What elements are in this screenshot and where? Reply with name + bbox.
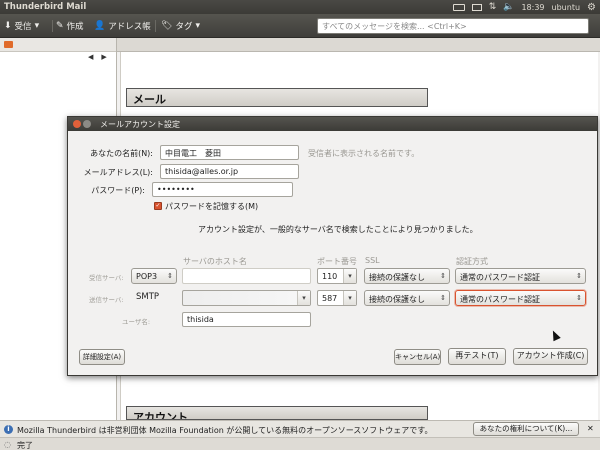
outgoing-ssl-select[interactable]: 接続の保護なし ⇕ xyxy=(364,290,450,306)
incoming-ssl-select[interactable]: 接続の保護なし ⇕ xyxy=(364,268,450,284)
username-field[interactable]: thisida xyxy=(182,312,311,327)
chevron-down-icon: ▾ xyxy=(195,21,200,31)
status-bar: ◌ 完了 xyxy=(0,437,600,450)
info-icon: i xyxy=(4,425,13,434)
updown-icon: ⇕ xyxy=(167,272,173,280)
remember-password-checkbox[interactable]: ✓ xyxy=(154,202,162,210)
address-book-label: アドレス帳 xyxy=(108,22,151,32)
system-tray: ⇅ 🔈 18:39 ubuntu ⚙ xyxy=(452,1,596,13)
outgoing-auth-value: 通常のパスワード認証 xyxy=(460,295,540,304)
incoming-auth-value: 通常のパスワード認証 xyxy=(460,273,540,282)
app-title: Thunderbird Mail xyxy=(4,2,87,12)
tag-button[interactable]: 🏷 タグ ▾ xyxy=(161,19,200,33)
password-field[interactable]: •••••••• xyxy=(152,182,293,197)
dialog-titlebar: メールアカウント設定 xyxy=(68,117,597,131)
notification-text: Mozilla Thunderbird は非営利団体 Mozilla Found… xyxy=(17,426,433,435)
incoming-protocol-value: POP3 xyxy=(136,272,158,281)
know-your-rights-button[interactable]: あなたの権利について(K)... xyxy=(473,422,579,436)
address-book-button[interactable]: 👤 アドレス帳 xyxy=(94,19,151,33)
volume-icon[interactable]: 🔈 xyxy=(503,2,514,12)
scroll-right-icon[interactable]: ▶ xyxy=(101,53,106,61)
folder-icon[interactable] xyxy=(4,41,13,48)
dialog-title: メールアカウント設定 xyxy=(100,120,180,129)
tab-strip xyxy=(117,38,600,52)
get-mail-label: 受信 xyxy=(14,22,32,32)
email-label: メールアドレス(L): xyxy=(83,168,153,177)
get-mail-button[interactable]: ⬇ 受信 ▾ xyxy=(4,19,39,33)
ssl-column-header: SSL xyxy=(365,256,380,265)
tag-label: タグ xyxy=(175,22,193,32)
incoming-ssl-value: 接続の保護なし xyxy=(369,273,425,282)
create-account-button[interactable]: アカウント作成(C) xyxy=(513,348,588,365)
chevron-down-icon[interactable]: ▾ xyxy=(35,21,40,31)
outgoing-host-combo[interactable]: ▾ xyxy=(182,290,311,306)
gear-icon[interactable]: ⚙ xyxy=(587,2,596,13)
status-text: 完了 xyxy=(17,441,33,450)
mail-icon[interactable] xyxy=(471,3,482,11)
incoming-server-label: 受信サーバ: xyxy=(89,274,124,282)
incoming-auth-select[interactable]: 通常のパスワード認証 ⇕ xyxy=(455,268,586,284)
name-label: あなたの名前(N): xyxy=(90,149,153,158)
system-top-panel: Thunderbird Mail ⇅ 🔈 18:39 ubuntu ⚙ xyxy=(0,0,600,14)
close-icon[interactable] xyxy=(73,120,81,128)
outgoing-auth-select[interactable]: 通常のパスワード認証 ⇕ xyxy=(455,290,586,306)
scroll-left-icon[interactable]: ◀ xyxy=(88,53,93,61)
search-input[interactable]: すべてのメッセージを検索... <Ctrl+K> xyxy=(317,18,589,34)
user-name[interactable]: ubuntu xyxy=(552,3,581,12)
retest-button[interactable]: 再テスト(T) xyxy=(448,348,506,365)
host-column-header: サーバのホスト名 xyxy=(183,257,247,266)
mail-account-setup-dialog: メールアカウント設定 あなたの名前(N): 中目電工 菱田 受信者に表示される名… xyxy=(67,116,598,376)
network-icon[interactable]: ⇅ xyxy=(489,2,497,12)
incoming-protocol-select[interactable]: POP3 ⇕ xyxy=(131,268,177,284)
pencil-icon: ✎ xyxy=(56,21,64,31)
contact-icon: 👤 xyxy=(94,21,106,31)
auth-column-header: 認証方式 xyxy=(456,257,488,266)
notification-bar: i Mozilla Thunderbird は非営利団体 Mozilla Fou… xyxy=(0,420,600,437)
name-field[interactable]: 中目電工 菱田 xyxy=(160,145,299,160)
info-message: アカウント設定が、一般的なサーバ名で検索したことにより見つかりました。 xyxy=(198,225,478,234)
download-icon: ⬇ xyxy=(4,21,12,31)
outgoing-port-combo[interactable]: 587 ▾ xyxy=(317,290,357,306)
port-column-header: ポート番号 xyxy=(317,257,357,266)
clock[interactable]: 18:39 xyxy=(521,3,544,12)
mail-section-heading: メール xyxy=(126,88,428,107)
incoming-host-field[interactable] xyxy=(182,268,311,284)
outgoing-port-value: 587 xyxy=(322,294,338,303)
incoming-port-value: 110 xyxy=(322,272,338,281)
keyboard-icon[interactable] xyxy=(452,3,465,11)
outgoing-protocol: SMTP xyxy=(136,292,160,302)
chevron-down-icon[interactable]: ▾ xyxy=(343,269,356,283)
updown-icon: ⇕ xyxy=(576,294,582,302)
cancel-button[interactable]: キャンセル(A) xyxy=(394,349,441,365)
chevron-down-icon[interactable]: ▾ xyxy=(297,291,310,305)
write-button[interactable]: ✎ 作成 xyxy=(56,19,84,33)
write-label: 作成 xyxy=(66,22,84,32)
name-hint: 受信者に表示される名前です。 xyxy=(308,149,420,158)
minimize-icon[interactable] xyxy=(83,120,91,128)
toolbar-separator xyxy=(52,20,53,32)
email-field[interactable]: thisida@alles.or.jp xyxy=(160,164,299,179)
online-status-icon[interactable]: ◌ xyxy=(4,440,11,449)
tag-icon: 🏷 xyxy=(161,21,173,31)
accounts-section-heading: アカウント xyxy=(126,406,428,420)
advanced-settings-button[interactable]: 詳細設定(A) xyxy=(79,349,125,365)
username-label: ユーザ名: xyxy=(122,318,151,326)
remember-password-label[interactable]: パスワードを記憶する(M) xyxy=(165,201,258,212)
tab-scroll-arrows: ◀ ▶ xyxy=(88,53,107,61)
outgoing-server-label: 送信サーバ: xyxy=(89,296,124,304)
updown-icon: ⇕ xyxy=(440,294,446,302)
main-toolbar: ⬇ 受信 ▾ ✎ 作成 👤 アドレス帳 🏷 タグ ▾ すべてのメッセージを検索.… xyxy=(0,14,600,38)
updown-icon: ⇕ xyxy=(440,272,446,280)
incoming-port-combo[interactable]: 110 ▾ xyxy=(317,268,357,284)
outgoing-ssl-value: 接続の保護なし xyxy=(369,295,425,304)
toolbar-separator xyxy=(155,20,156,32)
close-icon[interactable]: ✕ xyxy=(587,424,594,433)
password-label: パスワード(P): xyxy=(91,186,145,195)
chevron-down-icon[interactable]: ▾ xyxy=(343,291,356,305)
folder-pane-header xyxy=(0,38,116,52)
updown-icon: ⇕ xyxy=(576,272,582,280)
